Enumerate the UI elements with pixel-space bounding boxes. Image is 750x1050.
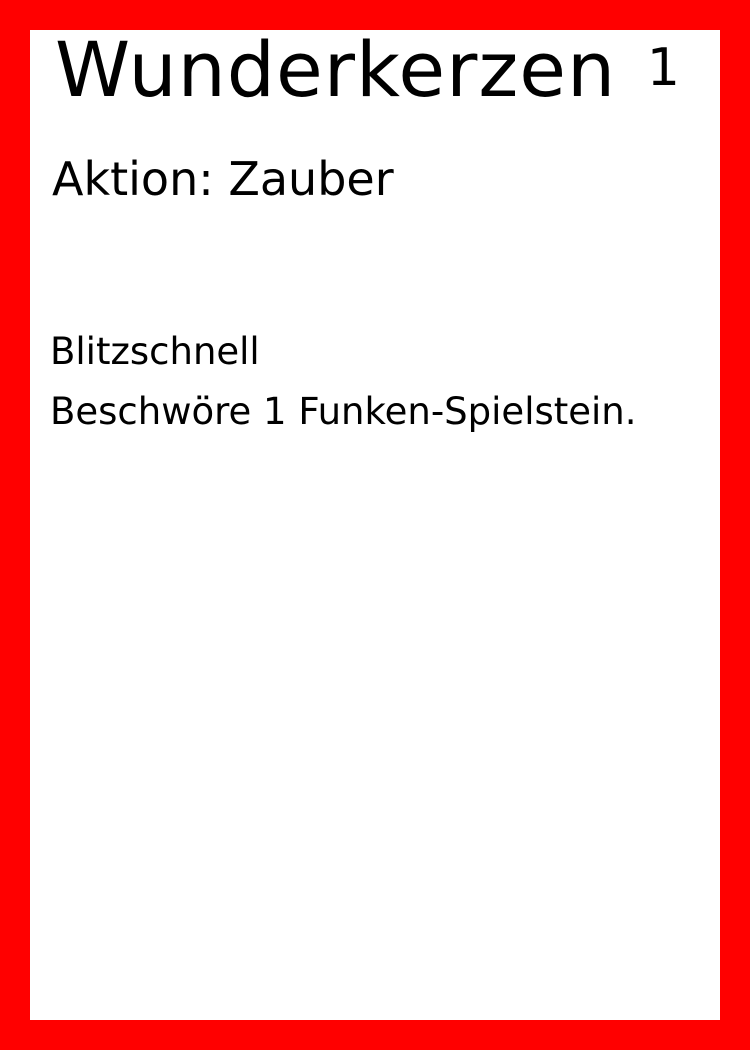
card-cost: 1 — [646, 38, 680, 98]
card-keyword: Blitzschnell — [50, 330, 260, 373]
card-rules-text: Blitzschnell Beschwöre 1 Funken-Spielste… — [50, 322, 700, 442]
card-effect: Beschwöre 1 Funken-Spielstein. — [50, 390, 637, 433]
game-card: Wunderkerzen 1 Aktion: Zauber Blitzschne… — [0, 0, 750, 1050]
card-name: Wunderkerzen — [55, 25, 617, 114]
card-type-line: Aktion: Zauber — [52, 152, 394, 206]
